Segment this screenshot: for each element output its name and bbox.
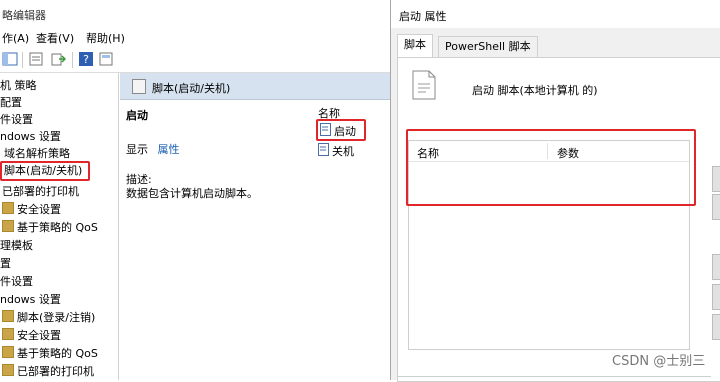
list-item-label: 关机 (332, 145, 354, 158)
dialog-title-bar: 启动 属性 (391, 0, 720, 28)
script-icon (320, 123, 331, 136)
details-header: 脚本(启动/关机) (120, 73, 392, 100)
tree-item[interactable]: 脚本(登录/注销) (2, 309, 95, 326)
tree-item[interactable]: 配置 (0, 94, 22, 111)
policy-tree: 机 策略 配置 件设置 ndows 设置 域名解析策略 脚本(启动/关机) 已部… (0, 73, 119, 380)
tree-item[interactable]: 基于策略的 QoS (2, 345, 98, 362)
tab-scripts[interactable]: 脚本 (397, 34, 433, 58)
tree-item[interactable]: ndows 设置 (0, 291, 61, 308)
annotation-highlight-table (406, 129, 696, 206)
list-item-label: 启动 (334, 125, 356, 138)
editor-title-bar: 略编辑器 (0, 0, 392, 28)
description-text: 数据包含计算机启动脚本。 (126, 187, 258, 200)
section-title: 启动 (126, 109, 148, 122)
list-item-shutdown[interactable]: 关机 (316, 141, 362, 159)
watermark: CSDN @士别三 (612, 354, 706, 369)
display-label: 显示 (126, 143, 148, 156)
remove-button[interactable] (712, 314, 720, 340)
menu-bar: 作(A) 查看(V) 帮助(H) (0, 28, 392, 48)
properties-icon[interactable] (28, 51, 44, 67)
dialog-tabs: 脚本 PowerShell 脚本 (391, 34, 720, 58)
printer-icon (2, 364, 14, 376)
script-icon (318, 143, 329, 156)
tree-item[interactable]: 安全设置 (2, 327, 61, 344)
down-button[interactable] (712, 194, 720, 220)
display-row: 显示 属性 (126, 141, 180, 157)
details-pane: 脚本(启动/关机) 启动 显示 属性 描述: 数据包含计算机启动脚本。 名称 启… (120, 73, 392, 380)
chart-icon (2, 220, 14, 232)
group-policy-editor-window: 略编辑器 作(A) 查看(V) 帮助(H) ? 机 策略 配置 件设置 ndow… (0, 0, 392, 380)
tree-item[interactable]: 机 策略 (0, 77, 37, 94)
menu-action[interactable]: 作(A) (2, 30, 29, 46)
toolbar-divider (72, 52, 73, 68)
editor-title: 略编辑器 (2, 9, 46, 22)
toolbar-divider (22, 52, 23, 68)
toolbar: ? (0, 48, 392, 73)
tree-item[interactable]: 件设置 (0, 111, 33, 128)
export-icon[interactable] (50, 51, 67, 67)
tab-powershell-scripts[interactable]: PowerShell 脚本 (438, 36, 538, 58)
help-icon[interactable]: ? (78, 51, 94, 67)
chart-icon (2, 346, 14, 358)
up-button[interactable] (712, 166, 720, 192)
script-icon (2, 310, 14, 322)
script-document-icon (412, 70, 436, 100)
details-header-title: 脚本(启动/关机) (152, 82, 231, 95)
properties-link[interactable]: 属性 (158, 143, 180, 156)
tab-panel: 启动 脚本(本地计算机 的) 名称 参数 (397, 57, 720, 382)
edit-button[interactable] (712, 284, 720, 310)
tree-item-startup-shutdown-scripts[interactable]: 脚本(启动/关机) (0, 161, 90, 181)
menu-view[interactable]: 查看(V) (36, 30, 74, 46)
svg-text:?: ? (83, 53, 89, 66)
list-item-startup[interactable]: 启动 (316, 119, 366, 141)
tree-toggle-icon[interactable] (2, 51, 18, 67)
script-icon (132, 79, 146, 94)
tree-item[interactable]: 理模板 (0, 237, 33, 254)
tree-item[interactable]: 基于策略的 QoS (2, 219, 98, 236)
folder-icon (2, 202, 14, 214)
tree-item[interactable]: ndows 设置 (0, 128, 61, 145)
script-header-text: 启动 脚本(本地计算机 的) (472, 84, 598, 97)
tree-item[interactable]: 置 (0, 255, 11, 272)
tree-item[interactable]: 已部署的打印机 (2, 183, 79, 200)
tree-item[interactable]: 件设置 (0, 273, 33, 290)
tree-item[interactable]: 已部署的打印机 (2, 363, 94, 380)
security-icon (2, 328, 14, 340)
dialog-title: 启动 属性 (399, 10, 447, 23)
menu-help[interactable]: 帮助(H) (86, 30, 125, 46)
add-button[interactable] (712, 254, 720, 280)
view-icon[interactable] (98, 51, 114, 67)
dialog-bottom-divider (397, 376, 711, 377)
tree-item[interactable]: 域名解析策略 (4, 145, 70, 162)
tree-item[interactable]: 安全设置 (2, 201, 61, 218)
